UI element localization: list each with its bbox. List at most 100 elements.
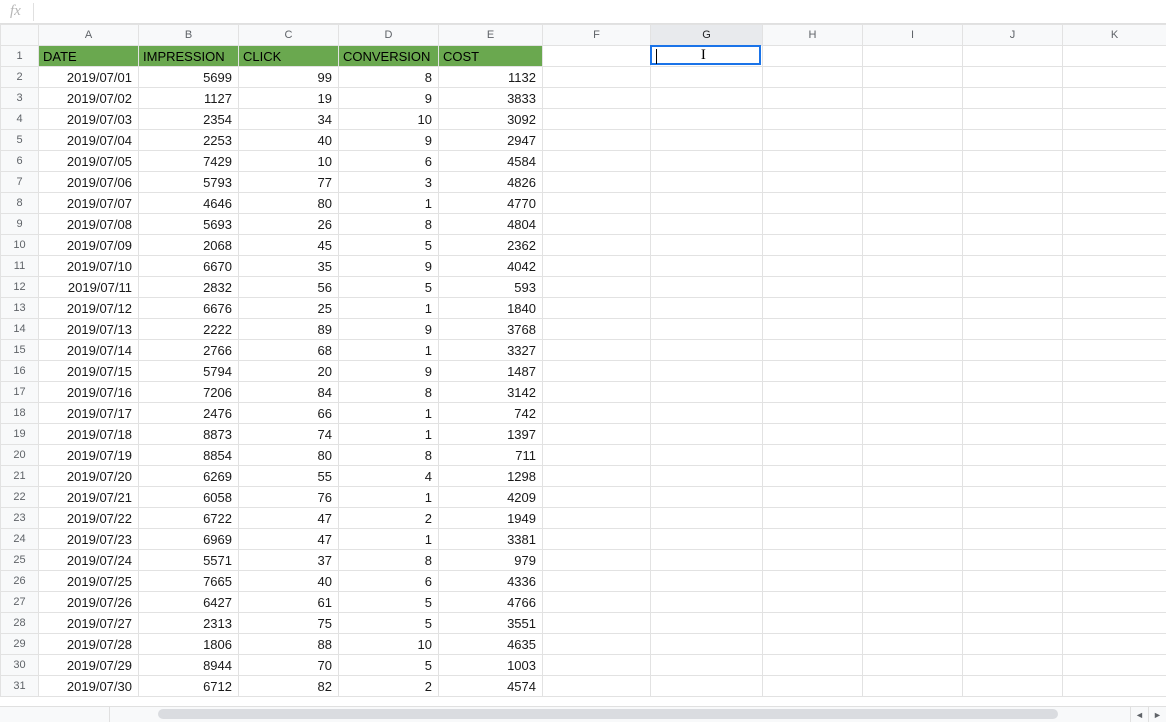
cell-E5[interactable]: 2947 xyxy=(439,130,543,151)
cell-C30[interactable]: 70 xyxy=(239,655,339,676)
cell-A26[interactable]: 2019/07/25 xyxy=(39,571,139,592)
cell-J5[interactable] xyxy=(963,130,1063,151)
cell-H4[interactable] xyxy=(763,109,863,130)
cell-D5[interactable]: 9 xyxy=(339,130,439,151)
cell-B15[interactable]: 2766 xyxy=(139,340,239,361)
cell-G21[interactable] xyxy=(651,466,763,487)
cell-E14[interactable]: 3768 xyxy=(439,319,543,340)
cell-H7[interactable] xyxy=(763,172,863,193)
cell-I11[interactable] xyxy=(863,256,963,277)
cell-F15[interactable] xyxy=(543,340,651,361)
cell-E17[interactable]: 3142 xyxy=(439,382,543,403)
cell-K14[interactable] xyxy=(1063,319,1166,340)
cell-K21[interactable] xyxy=(1063,466,1166,487)
cell-B31[interactable]: 6712 xyxy=(139,676,239,697)
cell-H13[interactable] xyxy=(763,298,863,319)
cell-B29[interactable]: 1806 xyxy=(139,634,239,655)
cell-A25[interactable]: 2019/07/24 xyxy=(39,550,139,571)
hscroll-thumb[interactable] xyxy=(158,709,1058,719)
row-header-6[interactable]: 6 xyxy=(1,151,39,172)
row-header-15[interactable]: 15 xyxy=(1,340,39,361)
cell-J28[interactable] xyxy=(963,613,1063,634)
cell-C15[interactable]: 68 xyxy=(239,340,339,361)
cell-B18[interactable]: 2476 xyxy=(139,403,239,424)
cell-A5[interactable]: 2019/07/04 xyxy=(39,130,139,151)
hscroll-left-arrow[interactable]: ◄ xyxy=(1130,707,1148,722)
cell-K8[interactable] xyxy=(1063,193,1166,214)
cell-I31[interactable] xyxy=(863,676,963,697)
row-header-28[interactable]: 28 xyxy=(1,613,39,634)
cell-K4[interactable] xyxy=(1063,109,1166,130)
cell-K19[interactable] xyxy=(1063,424,1166,445)
cell-H22[interactable] xyxy=(763,487,863,508)
cell-C3[interactable]: 19 xyxy=(239,88,339,109)
column-header-G[interactable]: G xyxy=(651,25,763,46)
cell-K11[interactable] xyxy=(1063,256,1166,277)
row-header-7[interactable]: 7 xyxy=(1,172,39,193)
cell-E28[interactable]: 3551 xyxy=(439,613,543,634)
cell-E31[interactable]: 4574 xyxy=(439,676,543,697)
cell-J20[interactable] xyxy=(963,445,1063,466)
cell-E24[interactable]: 3381 xyxy=(439,529,543,550)
cell-H21[interactable] xyxy=(763,466,863,487)
cell-D22[interactable]: 1 xyxy=(339,487,439,508)
row-header-22[interactable]: 22 xyxy=(1,487,39,508)
row-header-20[interactable]: 20 xyxy=(1,445,39,466)
cell-G17[interactable] xyxy=(651,382,763,403)
cell-I21[interactable] xyxy=(863,466,963,487)
cell-I20[interactable] xyxy=(863,445,963,466)
cell-A7[interactable]: 2019/07/06 xyxy=(39,172,139,193)
cell-G13[interactable] xyxy=(651,298,763,319)
cell-E12[interactable]: 593 xyxy=(439,277,543,298)
cell-A16[interactable]: 2019/07/15 xyxy=(39,361,139,382)
cell-C26[interactable]: 40 xyxy=(239,571,339,592)
cell-H25[interactable] xyxy=(763,550,863,571)
cell-F25[interactable] xyxy=(543,550,651,571)
cell-C10[interactable]: 45 xyxy=(239,235,339,256)
cell-E22[interactable]: 4209 xyxy=(439,487,543,508)
cell-J17[interactable] xyxy=(963,382,1063,403)
cell-C29[interactable]: 88 xyxy=(239,634,339,655)
cell-D24[interactable]: 1 xyxy=(339,529,439,550)
cell-J30[interactable] xyxy=(963,655,1063,676)
cell-J24[interactable] xyxy=(963,529,1063,550)
cell-A15[interactable]: 2019/07/14 xyxy=(39,340,139,361)
cell-I4[interactable] xyxy=(863,109,963,130)
cell-B23[interactable]: 6722 xyxy=(139,508,239,529)
cell-K27[interactable] xyxy=(1063,592,1166,613)
cell-D8[interactable]: 1 xyxy=(339,193,439,214)
cell-A22[interactable]: 2019/07/21 xyxy=(39,487,139,508)
hscroll-right-arrow[interactable]: ► xyxy=(1148,707,1166,722)
row-header-12[interactable]: 12 xyxy=(1,277,39,298)
cell-F6[interactable] xyxy=(543,151,651,172)
cell-J2[interactable] xyxy=(963,67,1063,88)
cell-F28[interactable] xyxy=(543,613,651,634)
cell-G27[interactable] xyxy=(651,592,763,613)
cell-I16[interactable] xyxy=(863,361,963,382)
row-header-9[interactable]: 9 xyxy=(1,214,39,235)
row-header-17[interactable]: 17 xyxy=(1,382,39,403)
cell-J11[interactable] xyxy=(963,256,1063,277)
cell-H30[interactable] xyxy=(763,655,863,676)
cell-A28[interactable]: 2019/07/27 xyxy=(39,613,139,634)
cell-K12[interactable] xyxy=(1063,277,1166,298)
cell-A13[interactable]: 2019/07/12 xyxy=(39,298,139,319)
cell-H5[interactable] xyxy=(763,130,863,151)
cell-B20[interactable]: 8854 xyxy=(139,445,239,466)
cell-I13[interactable] xyxy=(863,298,963,319)
cell-F3[interactable] xyxy=(543,88,651,109)
cell-E9[interactable]: 4804 xyxy=(439,214,543,235)
cell-G1[interactable] xyxy=(651,46,763,67)
hscroll-track[interactable] xyxy=(110,707,1130,722)
cell-C25[interactable]: 37 xyxy=(239,550,339,571)
cell-B10[interactable]: 2068 xyxy=(139,235,239,256)
cell-A20[interactable]: 2019/07/19 xyxy=(39,445,139,466)
cell-J15[interactable] xyxy=(963,340,1063,361)
cell-B22[interactable]: 6058 xyxy=(139,487,239,508)
cell-E27[interactable]: 4766 xyxy=(439,592,543,613)
row-header-2[interactable]: 2 xyxy=(1,67,39,88)
cell-H1[interactable] xyxy=(763,46,863,67)
row-header-27[interactable]: 27 xyxy=(1,592,39,613)
cell-G7[interactable] xyxy=(651,172,763,193)
row-header-30[interactable]: 30 xyxy=(1,655,39,676)
